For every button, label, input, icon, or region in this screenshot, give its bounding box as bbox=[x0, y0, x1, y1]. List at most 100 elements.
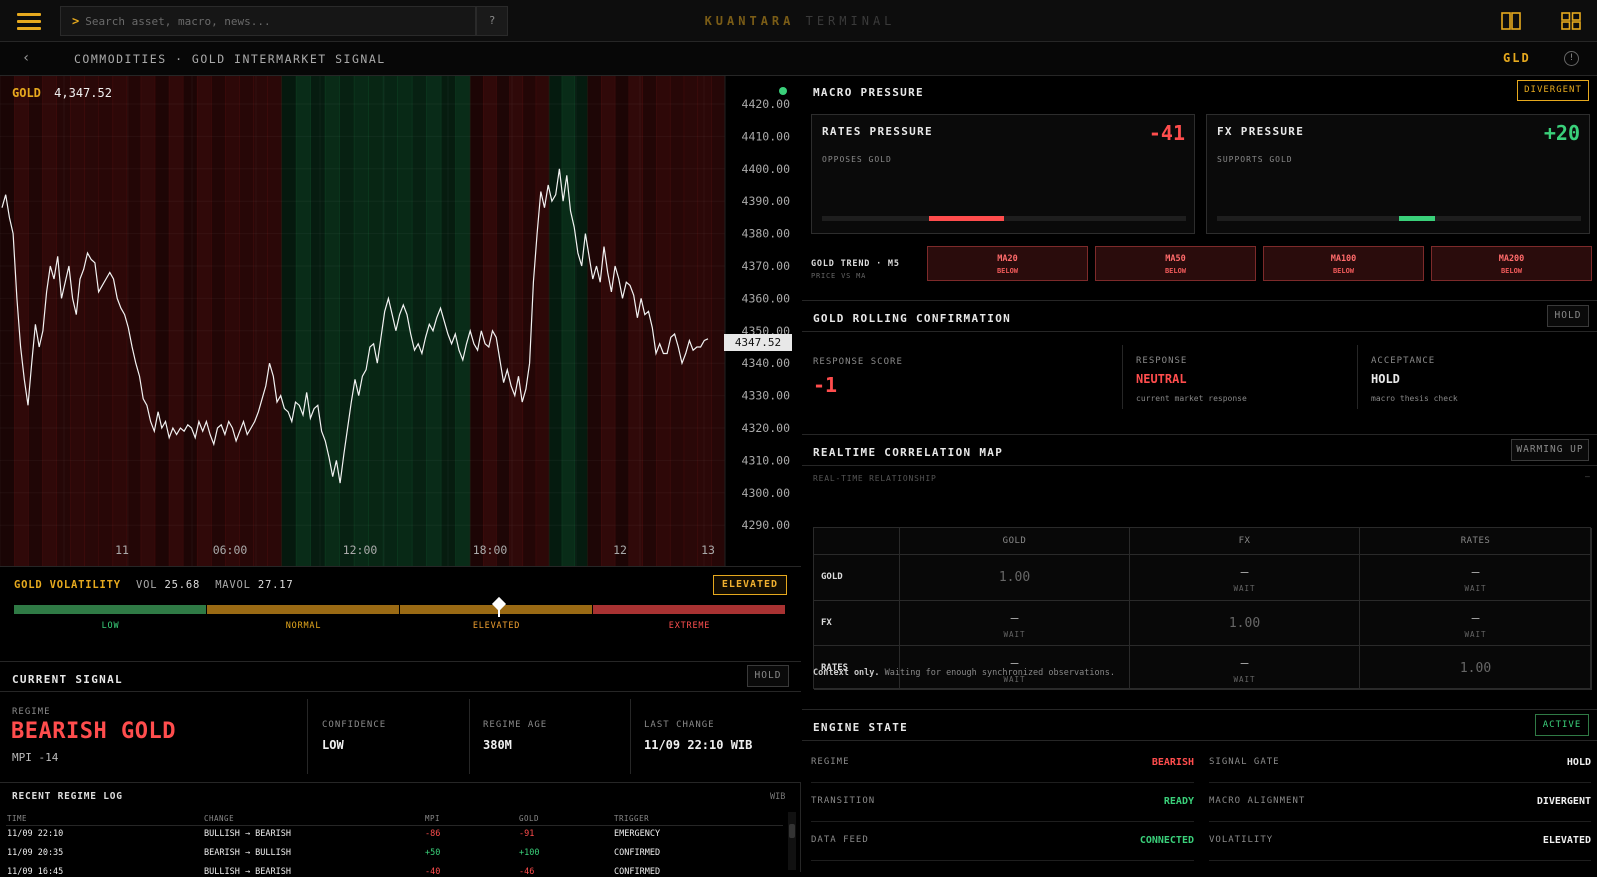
volatility-marker bbox=[491, 596, 506, 617]
right-panel: MACRO PRESSURE DIVERGENT RATES PRESSURE … bbox=[802, 76, 1597, 872]
y-tick-label: 4310.00 bbox=[742, 453, 791, 467]
regime-log-title: RECENT REGIME LOG bbox=[12, 791, 123, 802]
current-signal-title: CURRENT SIGNAL bbox=[12, 673, 123, 686]
engine-row-transition: TRANSITION READY bbox=[811, 784, 1194, 822]
corr-corner bbox=[814, 528, 900, 555]
info-icon[interactable]: ! bbox=[1564, 51, 1579, 66]
y-tick-label: 4290.00 bbox=[742, 518, 791, 532]
regime-log-cell: 11/09 20:35 bbox=[7, 848, 64, 858]
corr-col-header: GOLD bbox=[900, 528, 1130, 555]
volatility-badge: ELEVATED bbox=[713, 575, 787, 595]
volatility-zone-low bbox=[14, 605, 206, 614]
regime-log-tz: WIB bbox=[770, 792, 786, 802]
correlation-warming-badge: WARMING UP bbox=[1511, 439, 1589, 461]
live-status-dot bbox=[779, 87, 787, 95]
price-chart-svg[interactable]: 4420.00 4410.00 4400.00 4390.00 4380.00 4370.… bbox=[0, 76, 801, 566]
log-scrollbar[interactable] bbox=[788, 812, 796, 870]
x-tick-label: 12 bbox=[613, 543, 627, 557]
volatility-zone-label: LOW bbox=[101, 621, 120, 631]
brand-logo: KUANTARA TERMINAL bbox=[704, 14, 896, 28]
corr-row-header: FX bbox=[814, 601, 900, 646]
engine-row-data-feed: DATA FEED CONNECTED bbox=[811, 823, 1194, 861]
volatility-zone-label: NORMAL bbox=[285, 621, 322, 631]
chart-header: GOLD 4,347.52 bbox=[12, 86, 112, 100]
volatility-panel: GOLD VOLATILITY VOL 25.68 MAVOL 27.17 EL… bbox=[0, 566, 801, 662]
engine-row-signal-gate: SIGNAL GATE HOLD bbox=[1209, 745, 1591, 783]
regime-log-cell: -91 bbox=[519, 829, 535, 839]
chart-symbol: GOLD bbox=[12, 86, 41, 100]
x-tick-label: 06:00 bbox=[213, 543, 248, 557]
menu-icon[interactable] bbox=[10, 9, 50, 33]
split-view-icon[interactable] bbox=[1501, 12, 1521, 30]
search-input[interactable] bbox=[85, 14, 466, 28]
volatility-zone-label: EXTREME bbox=[668, 621, 711, 631]
signal-hold-badge: HOLD bbox=[747, 665, 789, 687]
correlation-matrix: GOLD FX RATES GOLD 1.00— WAIT — WAIT FX — WAIT 1.00… bbox=[813, 527, 1592, 690]
macro-pressure-title: MACRO PRESSURE bbox=[813, 86, 924, 99]
x-tick-label: 13 bbox=[701, 543, 715, 557]
corr-row-header: GOLD bbox=[814, 555, 900, 601]
search-bar[interactable]: > bbox=[60, 6, 476, 36]
y-tick-label: 4380.00 bbox=[742, 227, 791, 241]
rates-pressure-bar bbox=[822, 216, 1186, 221]
y-tick-label: 4340.00 bbox=[742, 356, 791, 370]
x-tick-label: 18:00 bbox=[473, 543, 508, 557]
corr-cell: — WAIT bbox=[1360, 601, 1592, 646]
corr-cell: — WAIT bbox=[900, 601, 1130, 646]
correlation-section: REALTIME CORRELATION MAP WARMING UP REAL… bbox=[802, 435, 1597, 710]
y-tick-label: 4300.00 bbox=[742, 486, 791, 500]
last-change-value: 11/09 22:10 WIB bbox=[644, 738, 753, 752]
grid-view-icon[interactable] bbox=[1561, 12, 1581, 30]
regime-log-cell: 11/09 22:10 bbox=[7, 829, 64, 839]
y-tick-label: 4360.00 bbox=[742, 291, 791, 305]
fx-pressure-card: FX PRESSURE +20 SUPPORTS GOLD bbox=[1206, 114, 1590, 234]
gold-trend-title: GOLD TREND · M5 bbox=[811, 259, 900, 269]
corr-cell: 1.00 bbox=[1130, 601, 1360, 646]
corr-col-header: FX bbox=[1130, 528, 1360, 555]
corr-cell: — WAIT bbox=[1130, 555, 1360, 601]
engine-active-badge: ACTIVE bbox=[1535, 714, 1589, 736]
rolling-confirmation-section: GOLD ROLLING CONFIRMATION HOLD RESPONSE … bbox=[802, 301, 1597, 435]
regime-log-cell: EMERGENCY bbox=[614, 829, 661, 839]
ma200-chip[interactable]: MA200 BELOW bbox=[1431, 246, 1592, 281]
rates-pressure-card: RATES PRESSURE -41 OPPOSES GOLD bbox=[811, 114, 1195, 234]
corr-cell: 1.00 bbox=[1360, 646, 1592, 690]
regime-log-cell: 11/09 16:45 bbox=[7, 867, 64, 877]
engine-title: ENGINE STATE bbox=[813, 721, 909, 734]
response-score-value: -1 bbox=[813, 373, 838, 397]
ma20-chip[interactable]: MA20 BELOW bbox=[927, 246, 1088, 281]
corr-cell: 1.00 bbox=[900, 555, 1130, 601]
engine-row-regime: REGIME BEARISH bbox=[811, 745, 1194, 783]
regime-age-value: 380M bbox=[483, 738, 512, 752]
regime-log[interactable]: RECENT REGIME LOG WIB TIME CHANGE MPI GO… bbox=[0, 782, 801, 877]
current-price-tag: 4347.52 bbox=[724, 334, 792, 351]
help-button[interactable]: ? bbox=[476, 6, 508, 36]
fx-pressure-value: +20 bbox=[1543, 121, 1580, 145]
vol-value: 25.68 bbox=[164, 579, 201, 591]
regime-log-cell: BULLISH → BEARISH bbox=[204, 867, 291, 877]
regime-log-cell: BULLISH → BEARISH bbox=[204, 829, 291, 839]
y-tick-label: 4370.00 bbox=[742, 259, 791, 273]
volatility-zone-extreme bbox=[593, 605, 785, 614]
back-icon[interactable]: ‹ bbox=[22, 50, 30, 66]
confidence-value: LOW bbox=[322, 738, 344, 752]
engine-state-section: ENGINE STATE ACTIVE REGIME BEARISH TRANSIT… bbox=[802, 710, 1597, 872]
correlation-title: REALTIME CORRELATION MAP bbox=[813, 446, 1004, 459]
y-tick-label: 4390.00 bbox=[742, 194, 791, 208]
acceptance-value: HOLD bbox=[1371, 372, 1400, 386]
rates-pressure-value: -41 bbox=[1148, 121, 1185, 145]
engine-row-volatility: VOLATILITY ELEVATED bbox=[1209, 823, 1591, 861]
fx-pressure-fill bbox=[1399, 216, 1436, 221]
rolling-title: GOLD ROLLING CONFIRMATION bbox=[813, 312, 1012, 325]
regime-log-cell: -40 bbox=[425, 867, 441, 877]
regime-log-cell: +50 bbox=[425, 848, 441, 858]
price-chart[interactable]: 4420.00 4410.00 4400.00 4390.00 4380.00 4370.… bbox=[0, 76, 801, 566]
ma50-chip[interactable]: MA50 BELOW bbox=[1095, 246, 1256, 281]
regime-log-cell: +100 bbox=[519, 848, 540, 858]
chart-price: 4,347.52 bbox=[54, 86, 112, 100]
volatility-bar bbox=[14, 596, 786, 617]
ticker-symbol[interactable]: GLD bbox=[1503, 51, 1531, 65]
y-tick-label: 4320.00 bbox=[742, 421, 791, 435]
ma100-chip[interactable]: MA100 BELOW bbox=[1263, 246, 1424, 281]
regime-value: BEARISH GOLD bbox=[11, 719, 176, 744]
